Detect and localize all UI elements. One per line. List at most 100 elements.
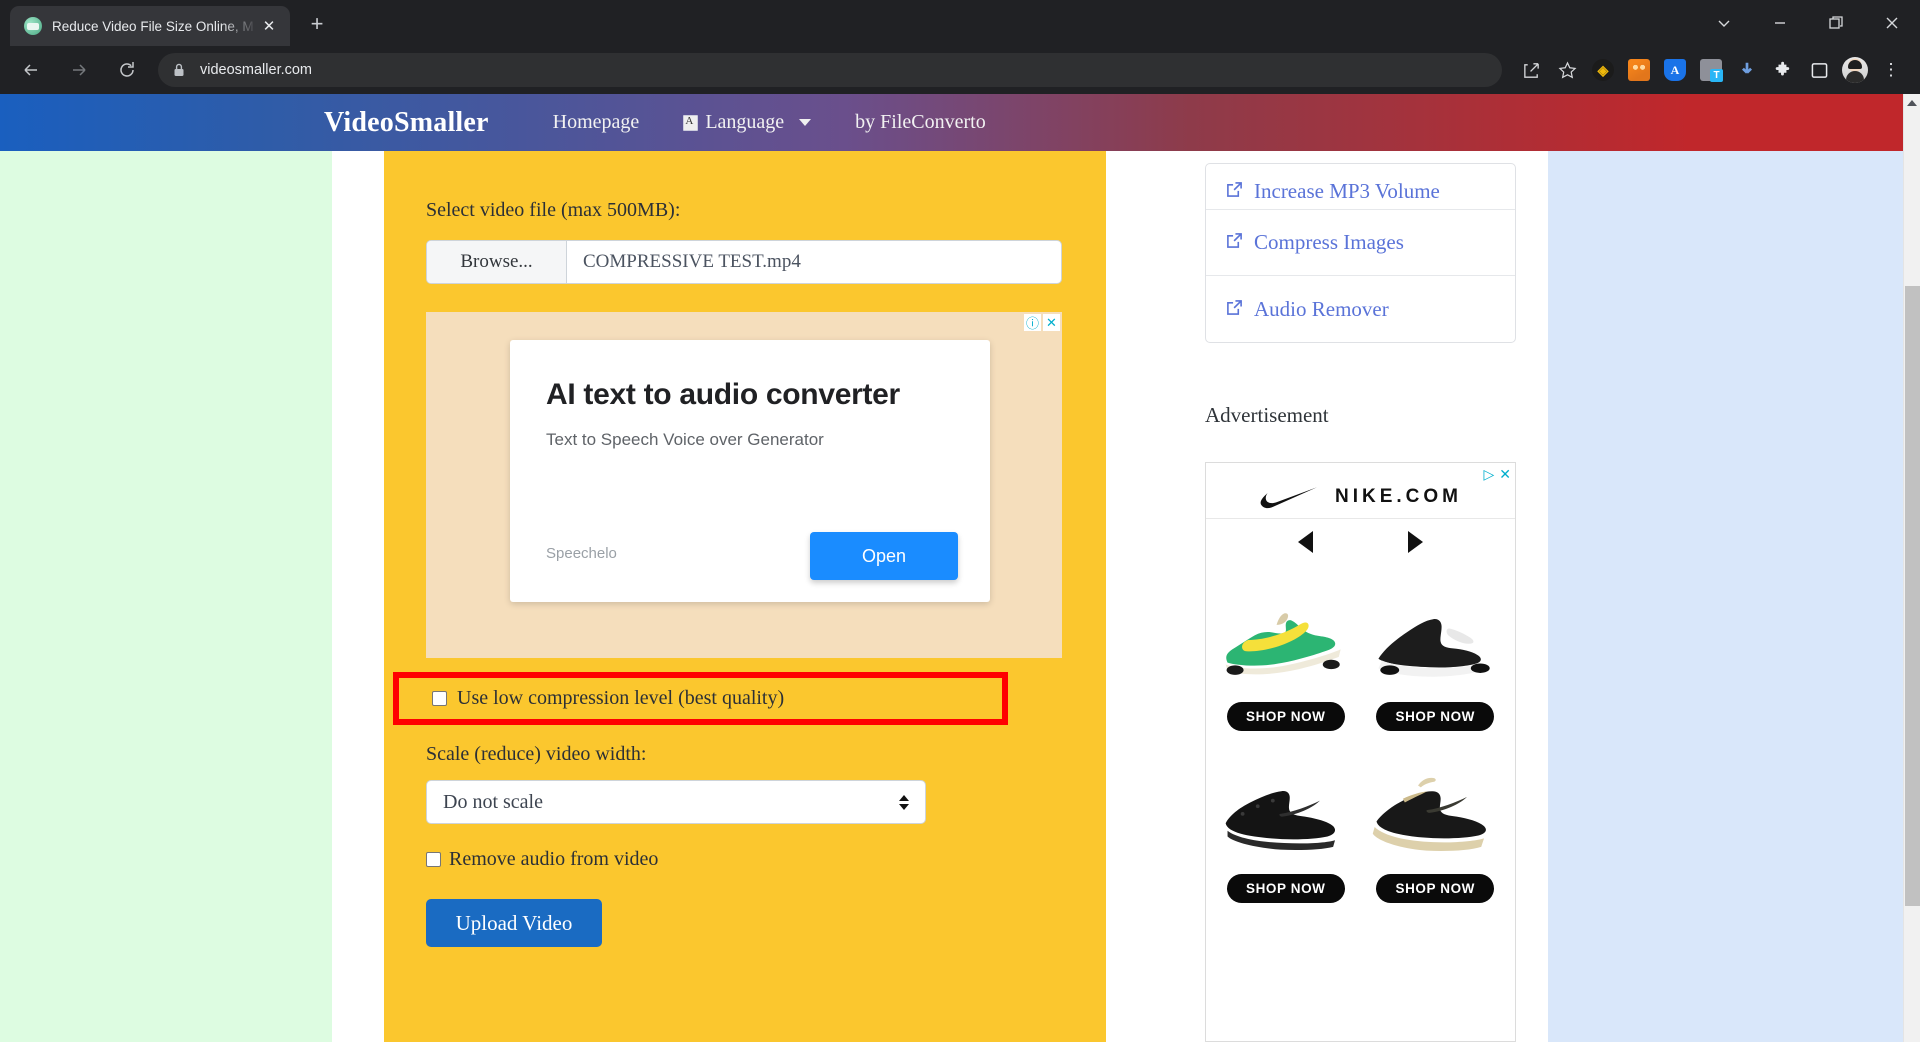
profile-avatar[interactable] bbox=[1838, 53, 1872, 87]
inline-advertisement: ⓘ ✕ AI text to audio converter Text to S… bbox=[426, 312, 1062, 658]
shop-now-button[interactable]: SHOP NOW bbox=[1376, 874, 1495, 903]
ad-title: AI text to audio converter bbox=[546, 378, 900, 411]
download-icon[interactable] bbox=[1730, 53, 1764, 87]
page-content: Select video file (max 500MB): Browse...… bbox=[0, 151, 1920, 1042]
shoe-image-black-white bbox=[1378, 619, 1490, 677]
nav-fileconverto-label: by FileConverto bbox=[855, 111, 986, 133]
browser-tab[interactable]: Reduce Video File Size Online, M ✕ bbox=[10, 6, 290, 46]
forward-button[interactable] bbox=[62, 53, 96, 87]
remove-audio-label: Remove audio from video bbox=[449, 848, 659, 870]
ad-close-icon[interactable]: ✕ bbox=[1043, 314, 1060, 331]
ad-card[interactable]: AI text to audio converter Text to Speec… bbox=[510, 340, 990, 602]
low-compression-checkbox[interactable] bbox=[432, 691, 447, 706]
back-button[interactable] bbox=[14, 53, 48, 87]
chrome-menu-icon[interactable]: ⋮ bbox=[1874, 53, 1908, 87]
toolbar-icons: ◈ A ⋮ bbox=[1514, 53, 1912, 87]
side-panel-icon[interactable] bbox=[1802, 53, 1836, 87]
file-input-row[interactable]: Browse... COMPRESSIVE TEST.mp4 bbox=[426, 240, 1062, 284]
extensions-puzzle-icon[interactable] bbox=[1766, 53, 1800, 87]
shoe-image-green bbox=[1225, 613, 1341, 675]
ad-badges: ⓘ ✕ bbox=[1024, 314, 1060, 331]
shield-extension-icon[interactable]: A bbox=[1658, 53, 1692, 87]
chevron-down-icon bbox=[799, 119, 812, 126]
nav-by-fileconverto[interactable]: by FileConverto bbox=[833, 111, 1008, 134]
ad-close-icon[interactable]: ✕ bbox=[1499, 466, 1511, 483]
address-bar[interactable]: videosmaller.com bbox=[158, 53, 1502, 87]
scale-select[interactable]: Do not scale bbox=[426, 780, 926, 824]
ad-info-icon[interactable]: ⓘ bbox=[1024, 314, 1041, 331]
tab-title: Reduce Video File Size Online, M bbox=[52, 18, 254, 34]
list-item-label: Increase MP3 Volume bbox=[1254, 179, 1440, 203]
ad-subtitle: Text to Speech Voice over Generator bbox=[546, 430, 824, 449]
close-icon[interactable] bbox=[1864, 0, 1920, 46]
language-flag-icon bbox=[683, 114, 699, 131]
reload-button[interactable] bbox=[110, 53, 144, 87]
carousel-controls bbox=[1206, 519, 1515, 553]
address-bar-url: videosmaller.com bbox=[200, 62, 313, 78]
product-card[interactable]: SHOP NOW bbox=[1364, 731, 1508, 903]
site-brand[interactable]: VideoSmaller bbox=[324, 107, 489, 139]
page-scrollbar[interactable] bbox=[1903, 94, 1920, 1042]
text-extension-icon[interactable] bbox=[1694, 53, 1728, 87]
metamask-extension-icon[interactable] bbox=[1622, 53, 1656, 87]
shoe-image-all-black bbox=[1225, 791, 1335, 851]
low-compression-label: Use low compression level (best quality) bbox=[457, 687, 785, 709]
scale-label: Scale (reduce) video width: bbox=[426, 743, 647, 765]
ad-info-icon[interactable]: ▷ bbox=[1483, 466, 1494, 483]
carousel-prev-icon[interactable] bbox=[1297, 531, 1313, 553]
nike-brand-word: NIKE.COM bbox=[1335, 485, 1462, 507]
nav-language[interactable]: Language bbox=[661, 111, 833, 134]
page-viewport: VideoSmaller Homepage Language by FileCo… bbox=[0, 94, 1920, 1042]
maximize-icon[interactable] bbox=[1808, 0, 1864, 46]
product-card[interactable]: SHOP NOW bbox=[1214, 731, 1358, 903]
chevron-down-icon[interactable] bbox=[1696, 0, 1752, 46]
site-header: VideoSmaller Homepage Language by FileCo… bbox=[0, 94, 1920, 151]
tab-strip: Reduce Video File Size Online, M ✕ + bbox=[0, 0, 1920, 46]
shop-now-button[interactable]: SHOP NOW bbox=[1376, 702, 1495, 731]
new-tab-button[interactable]: + bbox=[302, 11, 332, 41]
product-card[interactable]: SHOP NOW bbox=[1364, 559, 1508, 731]
nav-homepage[interactable]: Homepage bbox=[531, 111, 662, 134]
browse-button[interactable]: Browse... bbox=[427, 241, 567, 283]
nike-logo-row: NIKE.COM bbox=[1206, 463, 1515, 519]
scrollbar-thumb[interactable] bbox=[1905, 286, 1920, 906]
nike-ad-badges: ▷ ✕ bbox=[1483, 466, 1511, 483]
ad-open-button[interactable]: Open bbox=[810, 532, 958, 580]
list-item[interactable]: Audio Remover bbox=[1206, 276, 1515, 342]
file-select-label: Select video file (max 500MB): bbox=[426, 199, 681, 221]
list-item[interactable]: Increase MP3 Volume bbox=[1206, 164, 1515, 210]
remove-audio-checkbox[interactable] bbox=[426, 852, 441, 867]
nav-homepage-label: Homepage bbox=[552, 111, 640, 133]
tab-close-icon[interactable]: ✕ bbox=[258, 15, 280, 37]
tab-favicon-icon bbox=[24, 17, 42, 35]
scrollbar-up-arrow[interactable] bbox=[1904, 94, 1920, 111]
carousel-next-icon[interactable] bbox=[1408, 531, 1424, 553]
shop-now-button[interactable]: SHOP NOW bbox=[1226, 874, 1345, 903]
upload-video-button[interactable]: Upload Video bbox=[426, 899, 602, 947]
window-controls bbox=[1696, 0, 1920, 46]
list-item-label: Compress Images bbox=[1254, 230, 1404, 254]
browser-window: Reduce Video File Size Online, M ✕ + vid… bbox=[0, 0, 1920, 1042]
minimize-icon[interactable] bbox=[1752, 0, 1808, 46]
share-icon[interactable] bbox=[1514, 53, 1548, 87]
nike-advertisement[interactable]: ▷ ✕ NIKE.COM SHOP NOW SHOP NOW SHOP NOW … bbox=[1205, 462, 1516, 1042]
ad-brand: Speechelo bbox=[546, 545, 617, 562]
shop-now-button[interactable]: SHOP NOW bbox=[1226, 702, 1345, 731]
advertisement-heading: Advertisement bbox=[1205, 403, 1329, 427]
related-tools-list: Increase MP3 Volume Compress Images Audi… bbox=[1205, 163, 1516, 343]
select-spinner-icon bbox=[899, 794, 909, 810]
bookmark-star-icon[interactable] bbox=[1550, 53, 1584, 87]
list-item-label: Audio Remover bbox=[1254, 296, 1389, 321]
remove-audio-row[interactable]: Remove audio from video bbox=[426, 848, 1062, 871]
binance-extension-icon[interactable]: ◈ bbox=[1586, 53, 1620, 87]
list-item[interactable]: Compress Images bbox=[1206, 210, 1515, 276]
lock-icon bbox=[172, 62, 186, 78]
nav-language-label: Language bbox=[705, 111, 785, 133]
external-link-icon bbox=[1226, 179, 1243, 204]
product-card[interactable]: SHOP NOW bbox=[1214, 559, 1358, 731]
external-link-icon bbox=[1226, 230, 1243, 255]
highlight-box: Use low compression level (best quality) bbox=[393, 672, 1008, 725]
low-compression-row[interactable]: Use low compression level (best quality) bbox=[432, 687, 1002, 710]
nike-swoosh-icon bbox=[1259, 485, 1319, 509]
product-grid: SHOP NOW SHOP NOW SHOP NOW SHOP NOW bbox=[1206, 553, 1515, 903]
